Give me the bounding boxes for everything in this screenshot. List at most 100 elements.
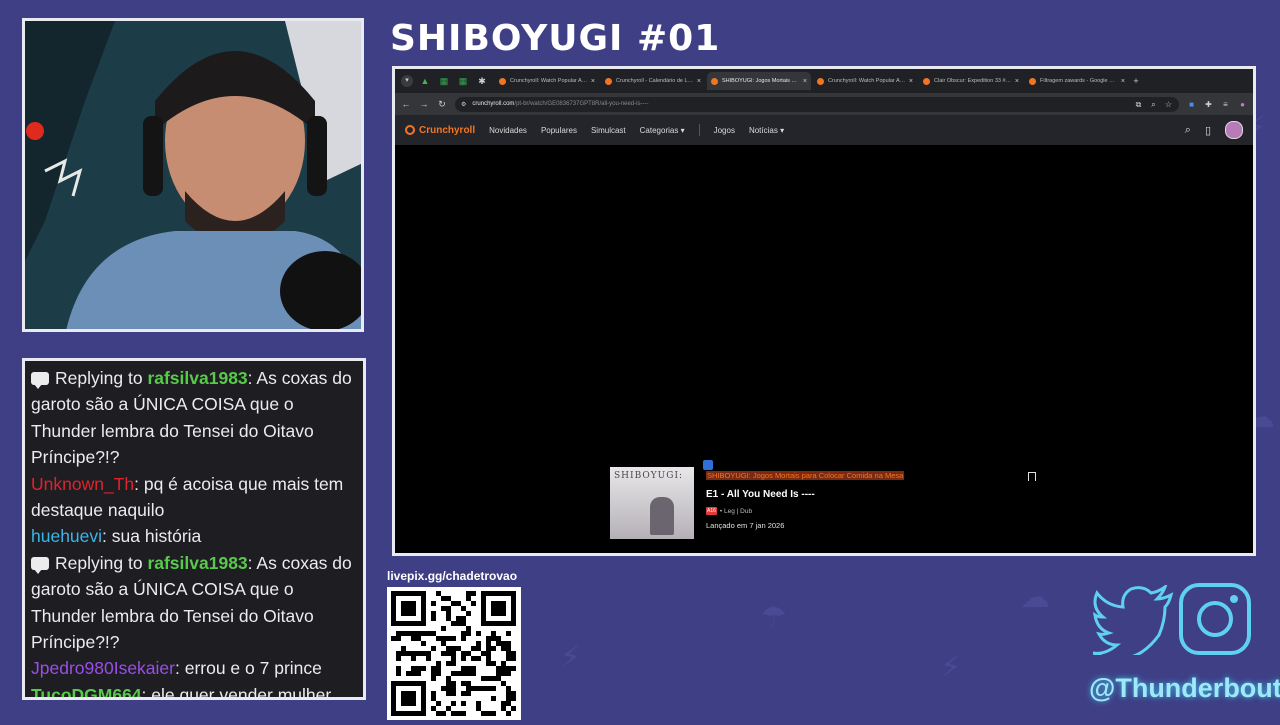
chat-message: Replying to rafsilva1983: As coxas do ga… [31,365,357,471]
nav-simulcast[interactable]: Simulcast [591,126,626,135]
episode-card: SHIBOYUGI: SHIBOYUGI: Jogos Mortais para… [610,460,1050,543]
tab-bar: ▾ ▲ ▦ ▦ ✱ Crunchyroll: Watch Popular An.… [395,69,1253,93]
background-doodle: ☂ [760,600,787,635]
series-title[interactable]: SHIBOYUGI: Jogos Mortais para Colocar Co… [706,471,905,480]
extension-icon[interactable]: ■ [1187,100,1196,109]
reply-prefix: Replying to [55,368,143,388]
instagram-icon [1178,582,1252,661]
chevron-down-icon: ▾ [780,125,785,135]
pinned-tab-drive-icon[interactable]: ▲ [419,75,431,87]
forward-button[interactable]: → [419,99,429,109]
tab-label: SHIBOYUGI: Jogos Mortais par... [722,78,800,84]
close-tab-icon[interactable]: × [591,78,595,85]
chat-message: Jpedro980Isekaier: errou e o 7 prince [31,655,357,681]
url-path: /pt-br/watch/GE0836737GPT8R/all-you-need… [514,101,649,107]
bookmark-icon[interactable]: ▯ [1205,124,1211,137]
crunchyroll-header: Crunchyroll Novidades Populares Simulcas… [395,115,1253,146]
social-handle: @Thunderbout [1089,673,1280,703]
share-icon[interactable]: ⧉ [1134,100,1143,109]
donation-qr-code [387,587,521,720]
chat-username[interactable]: rafsilva1983 [147,368,247,388]
audio-info: • Leg | Dub [719,507,753,515]
zoom-icon[interactable]: ⌕ [1149,100,1158,109]
site-info-icon[interactable]: ⚙ [461,101,466,108]
reload-button[interactable]: ↻ [437,99,447,110]
qr-code-image [391,591,516,716]
address-bar[interactable]: ⚙ crunchyroll.com/pt-br/watch/GE0836737G… [455,96,1179,112]
tab-favicon-icon [1029,77,1036,85]
url-host: crunchyroll.com [472,101,515,107]
tabs-container: Crunchyroll: Watch Popular An... × Crunchy… [495,72,1129,90]
crunchyroll-logo[interactable]: Crunchyroll [405,125,475,136]
chevron-down-icon: ▾ [680,125,685,135]
chat-username[interactable]: Jpedro980Isekaier [31,658,175,678]
tab-label: Filtragem zawards - Google Pl... [1040,78,1118,84]
chat-username[interactable]: TucoDGM664 [31,685,142,697]
menu-icon[interactable]: ≡ [1221,100,1230,109]
back-button[interactable]: ← [401,99,411,109]
chat-text: : ele quer vender mulher [141,684,332,700]
chat-message: Unknown_Th: pq é acoisa que mais tem des… [31,471,357,524]
chat-message: TucoDGM664: ele quer vender mulher [31,682,357,700]
nav-categorias[interactable]: Categorias ▾ [640,126,685,135]
search-icon[interactable]: ⌕ [1185,124,1191,137]
tab-label: Crunchyroll - Calendário de La... [616,78,694,84]
profile-avatar[interactable]: ● [1238,100,1247,109]
chat-username[interactable]: Unknown_Th [31,474,134,494]
tab-label: Crunchyroll: Watch Popular An... [828,78,906,84]
browser-tab[interactable]: Clair Obscur: Expedition 33 #1... × [919,72,1023,90]
chat-message: huehuevi: sua história [31,523,357,549]
tab-favicon-icon [499,77,506,85]
browser-tab[interactable]: Crunchyroll: Watch Popular An... × [495,72,599,90]
background-doodle: ⚡ [940,650,962,685]
avatar[interactable] [1225,121,1243,139]
close-tab-icon[interactable]: × [1015,78,1019,85]
browser-tab[interactable]: Crunchyroll: Watch Popular An... × [813,72,917,90]
close-tab-icon[interactable]: × [909,78,913,85]
nav-noticias[interactable]: Notícias ▾ [749,126,784,135]
tab-favicon-icon [923,77,930,85]
pinned-tab-sheets-icon[interactable]: ▦ [457,75,469,87]
video-player[interactable] [395,146,1253,466]
nav-divider [698,124,700,136]
extensions-puzzle-icon[interactable]: ✚ [1204,100,1213,109]
stream-title: SHIBOYUGI #01 [390,18,721,59]
browser-tab[interactable]: SHIBOYUGI: Jogos Mortais par... × [707,72,811,90]
donation-link: livepix.gg/chadetrovao [387,569,518,583]
new-tab-button[interactable]: + [1131,76,1141,86]
chat-text: : errou e o 7 prince [174,658,322,679]
address-toolbar: ← → ↻ ⚙ crunchyroll.com/pt-br/watch/GE08… [395,93,1253,115]
close-tab-icon[interactable]: × [697,78,701,85]
pinned-tab-icon[interactable]: ✱ [476,75,488,87]
bookmark-icon[interactable] [1028,472,1036,481]
close-tab-icon[interactable]: × [1121,78,1125,85]
episode-title[interactable]: E1 - All You Need Is ---- [706,489,815,500]
tab-favicon-icon [817,77,824,85]
star-icon[interactable]: ☆ [1164,100,1173,109]
reply-prefix: Replying to [55,552,143,573]
browser-tab[interactable]: Filtragem zawards - Google Pl... × [1025,72,1129,90]
browser-window: ▾ ▲ ▦ ▦ ✱ Crunchyroll: Watch Popular An.… [392,66,1256,556]
nav-populares[interactable]: Populares [541,126,577,135]
episode-meta: A16 • Leg | Dub [706,507,752,515]
age-rating-badge: A16 [706,507,717,515]
crunchyroll-logo-icon [405,125,415,135]
webcam-image [25,21,361,329]
pinned-tab-sheets-icon[interactable]: ▦ [438,75,450,87]
nav-novidades[interactable]: Novidades [489,126,527,135]
release-date: Lançado em 7 jan 2026 [706,521,785,530]
chat-username[interactable]: rafsilva1983 [147,553,247,573]
chat-username[interactable]: huehuevi [31,526,102,546]
background-doodle: ⚡ [560,640,582,675]
tab-favicon-icon [605,77,612,85]
browser-tab[interactable]: Crunchyroll - Calendário de La... × [601,72,705,90]
nav-jogos[interactable]: Jogos [714,126,735,135]
tab-label: Crunchyroll: Watch Popular An... [510,78,588,84]
close-tab-icon[interactable]: × [803,78,807,85]
episode-thumbnail[interactable]: SHIBOYUGI: [610,467,694,539]
tab-search-icon[interactable]: ▾ [401,75,413,87]
translate-badge-icon [703,460,713,470]
background-doodle: ☁ [1020,580,1050,615]
chat-text: : sua história [102,526,202,547]
twitter-icon [1092,583,1175,661]
